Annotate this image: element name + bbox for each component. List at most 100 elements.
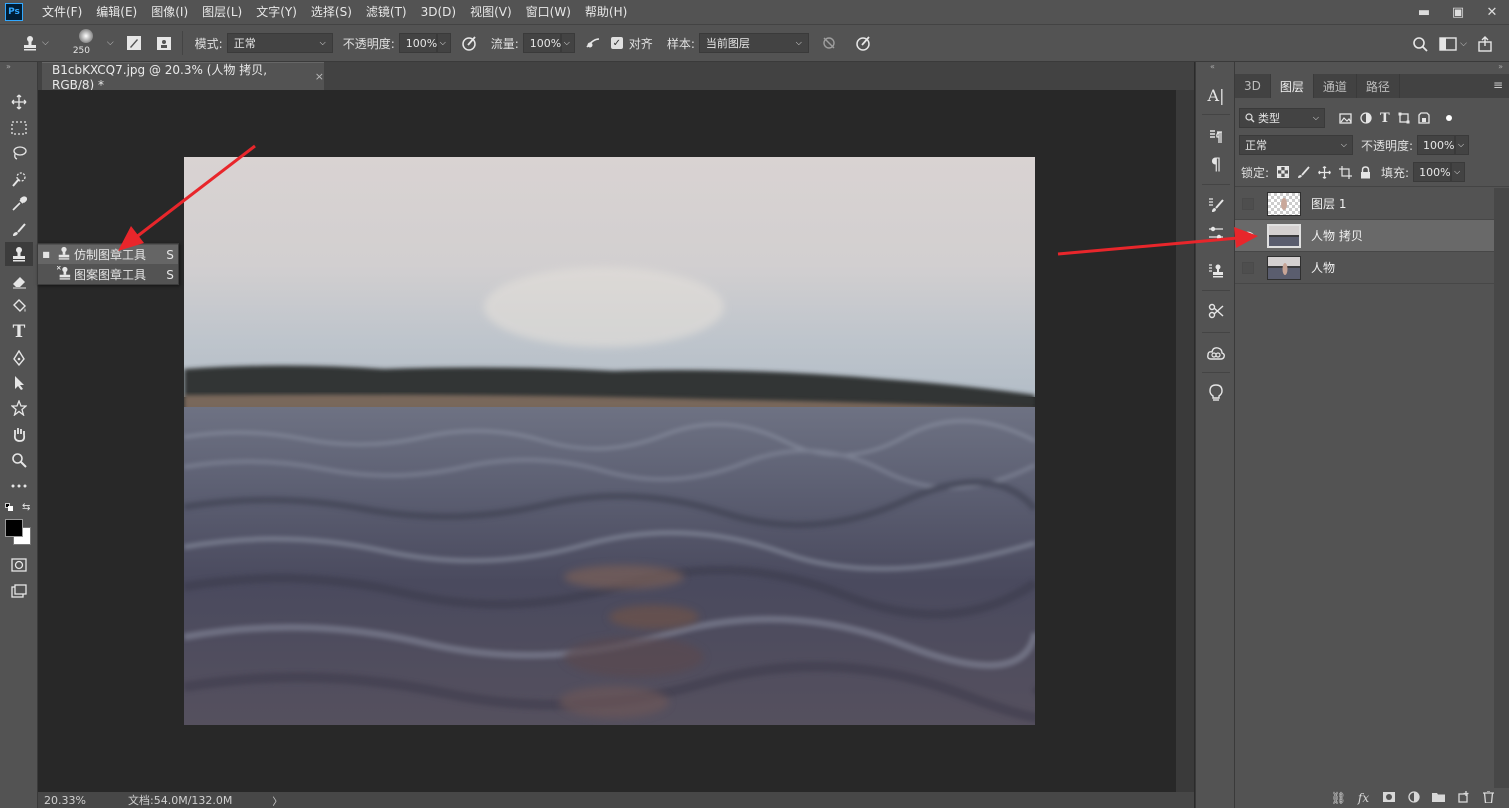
add-mask-icon[interactable] bbox=[1376, 791, 1401, 805]
paint-bucket-tool-icon[interactable] bbox=[5, 294, 33, 318]
move-tool-icon[interactable] bbox=[5, 90, 33, 114]
pressure-size-icon[interactable] bbox=[851, 31, 875, 55]
collapse-icon[interactable]: » bbox=[6, 62, 11, 71]
libraries-icon[interactable] bbox=[1202, 340, 1230, 366]
brush-settings-panel-icon[interactable] bbox=[1202, 220, 1230, 246]
menu-window[interactable]: 窗口(W) bbox=[519, 0, 578, 24]
clone-stamp-icon[interactable] bbox=[18, 31, 42, 55]
clone-stamp-tool-icon[interactable] bbox=[5, 242, 33, 266]
layer-row[interactable]: 人物 bbox=[1235, 252, 1494, 284]
link-layers-icon[interactable]: ⛓ bbox=[1326, 791, 1351, 805]
clone-source-icon[interactable] bbox=[152, 31, 176, 55]
pressure-opacity-icon[interactable] bbox=[457, 31, 481, 55]
brush-presets-icon[interactable] bbox=[1202, 192, 1230, 218]
tool-presets-icon[interactable] bbox=[1202, 298, 1230, 324]
learn-lightbulb-icon[interactable] bbox=[1202, 380, 1230, 406]
lock-transparency-icon[interactable] bbox=[1277, 166, 1290, 178]
brush-preset-picker[interactable]: 250 bbox=[69, 26, 103, 60]
zoom-level[interactable]: 20.33% bbox=[44, 794, 90, 807]
menu-3d[interactable]: 3D(D) bbox=[414, 0, 463, 24]
chevron-down-icon[interactable]: ⌵ bbox=[1460, 39, 1467, 49]
hand-tool-icon[interactable] bbox=[5, 422, 33, 446]
type-filter-icon[interactable]: T bbox=[1380, 111, 1390, 126]
marquee-tool-icon[interactable] bbox=[5, 116, 33, 140]
type-tool-icon[interactable]: T bbox=[5, 320, 33, 344]
brush-settings-icon[interactable] bbox=[122, 31, 146, 55]
restore-button[interactable]: ▣ bbox=[1441, 0, 1475, 24]
new-layer-icon[interactable] bbox=[1451, 790, 1476, 806]
menu-layer[interactable]: 图层(L) bbox=[195, 0, 249, 24]
aligned-checkbox[interactable]: ✓ bbox=[610, 37, 623, 49]
sample-select[interactable]: 当前图层 ⌵ bbox=[698, 33, 809, 53]
shape-filter-icon[interactable] bbox=[1398, 112, 1410, 124]
canvas-image[interactable] bbox=[184, 157, 1035, 725]
lock-position-icon[interactable] bbox=[1318, 165, 1331, 179]
visibility-toggle[interactable] bbox=[1235, 220, 1261, 252]
collapse-icon[interactable]: » bbox=[1498, 62, 1503, 71]
layer-row[interactable]: 图层 1 bbox=[1235, 188, 1494, 220]
chevron-down-icon[interactable]: ⌵ bbox=[42, 38, 49, 48]
quick-mask-icon[interactable] bbox=[5, 553, 33, 577]
close-tab-icon[interactable]: × bbox=[315, 70, 324, 83]
vertical-scrollbar[interactable] bbox=[1176, 90, 1194, 792]
minimize-button[interactable]: ▬ bbox=[1407, 0, 1441, 24]
layer-filter-select[interactable]: 类型 ⌵ bbox=[1239, 108, 1325, 128]
quick-selection-tool-icon[interactable] bbox=[5, 167, 33, 191]
flow-dropdown[interactable]: ⌵ bbox=[560, 33, 575, 53]
lock-pixels-icon[interactable] bbox=[1297, 165, 1310, 179]
visibility-toggle[interactable] bbox=[1235, 252, 1261, 284]
opacity-dropdown[interactable]: ⌵ bbox=[436, 33, 451, 53]
mode-select[interactable]: 正常 ⌵ bbox=[226, 33, 333, 53]
menu-type[interactable]: 文字(Y) bbox=[249, 0, 304, 24]
menu-edit[interactable]: 编辑(E) bbox=[89, 0, 144, 24]
airbrush-icon[interactable] bbox=[581, 31, 605, 55]
menu-help[interactable]: 帮助(H) bbox=[578, 0, 634, 24]
path-selection-tool-icon[interactable] bbox=[5, 371, 33, 395]
more-tools-icon[interactable] bbox=[5, 474, 33, 498]
paragraph-styles-icon[interactable] bbox=[1202, 124, 1230, 150]
layers-scrollbar[interactable] bbox=[1494, 188, 1509, 788]
eyedropper-tool-icon[interactable] bbox=[5, 192, 33, 216]
menu-image[interactable]: 图像(I) bbox=[144, 0, 195, 24]
workspace-icon[interactable] bbox=[1436, 32, 1460, 56]
zoom-tool-icon[interactable] bbox=[5, 448, 33, 472]
share-icon[interactable] bbox=[1473, 32, 1497, 56]
lasso-tool-icon[interactable] bbox=[5, 141, 33, 165]
character-panel-icon[interactable]: A| bbox=[1202, 82, 1230, 108]
search-icon[interactable] bbox=[1408, 32, 1432, 56]
chevron-down-icon[interactable]: ⌵ bbox=[107, 38, 114, 48]
status-menu-arrow[interactable]: 〉 bbox=[272, 793, 282, 808]
opacity-input[interactable]: 100% bbox=[398, 33, 437, 53]
fill-input[interactable]: 100% bbox=[1413, 162, 1452, 182]
clone-source-panel-icon[interactable] bbox=[1202, 258, 1230, 284]
pattern-stamp-menu-item[interactable]: 图案图章工具 S bbox=[38, 265, 178, 284]
default-colors-icon[interactable] bbox=[5, 503, 13, 511]
foreground-color-swatch[interactable] bbox=[5, 519, 23, 537]
screen-mode-icon[interactable] bbox=[5, 579, 33, 603]
adjustment-filter-icon[interactable] bbox=[1360, 112, 1372, 124]
filter-toggle-icon[interactable] bbox=[1445, 115, 1452, 121]
new-group-icon[interactable] bbox=[1426, 791, 1451, 805]
menu-select[interactable]: 选择(S) bbox=[304, 0, 359, 24]
paragraph-icon[interactable]: ¶ bbox=[1202, 152, 1230, 178]
layer-opacity-input[interactable]: 100% bbox=[1417, 135, 1456, 155]
document-tab[interactable]: B1cbKXCQ7.jpg @ 20.3% (人物 拷贝, RGB/8) * × bbox=[42, 62, 324, 92]
lock-all-icon[interactable] bbox=[1360, 165, 1371, 179]
tab-layers[interactable]: 图层 bbox=[1270, 74, 1314, 98]
new-adjustment-layer-icon[interactable] bbox=[1401, 790, 1426, 806]
close-window-button[interactable]: ✕ bbox=[1475, 0, 1509, 24]
tab-3d[interactable]: 3D bbox=[1235, 74, 1271, 98]
layer-style-icon[interactable]: fx bbox=[1351, 791, 1376, 805]
ignore-adjustment-layers-icon[interactable] bbox=[817, 31, 841, 55]
pen-tool-icon[interactable] bbox=[5, 346, 33, 370]
tab-paths[interactable]: 路径 bbox=[1357, 74, 1400, 98]
flow-input[interactable]: 100% bbox=[522, 33, 561, 53]
panel-menu-icon[interactable]: ≡ bbox=[1493, 78, 1503, 92]
collapse-icon[interactable]: « bbox=[1210, 62, 1215, 71]
eraser-tool-icon[interactable] bbox=[5, 269, 33, 293]
menu-file[interactable]: 文件(F) bbox=[35, 0, 89, 24]
clone-stamp-menu-item[interactable]: ■ 仿制图章工具 S bbox=[38, 245, 178, 264]
delete-layer-icon[interactable] bbox=[1476, 789, 1501, 806]
blend-mode-select[interactable]: 正常 ⌵ bbox=[1239, 135, 1353, 155]
menu-filter[interactable]: 滤镜(T) bbox=[359, 0, 414, 24]
